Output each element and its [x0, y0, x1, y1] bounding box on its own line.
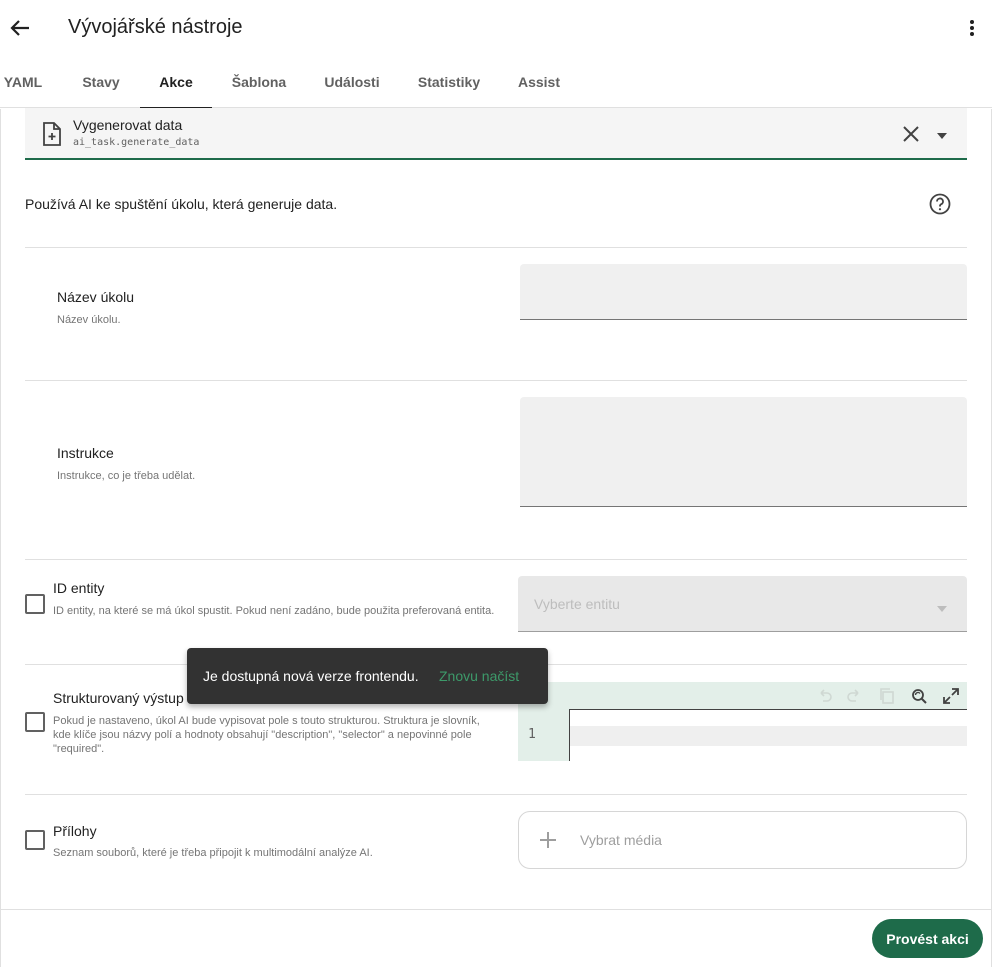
divider: [25, 794, 967, 795]
tab-yaml[interactable]: YAML: [0, 56, 46, 108]
copy-icon[interactable]: [878, 687, 896, 705]
fullscreen-icon[interactable]: [942, 687, 960, 705]
active-code-line: [570, 726, 967, 746]
entity-picker-placeholder: Vyberte entitu: [534, 596, 620, 612]
select-media-label: Vybrat média: [580, 832, 662, 848]
page-title: Vývojářské nástroje: [68, 16, 243, 38]
action-id: ai_task.generate_data: [73, 137, 200, 148]
plus-icon: [539, 831, 557, 849]
tab-label: Stavy: [82, 74, 120, 90]
more-vert-icon[interactable]: [964, 16, 980, 40]
reload-button[interactable]: Znovu načíst: [439, 668, 519, 684]
tab-label: Akce: [159, 74, 193, 90]
dropdown-caret-icon: [937, 600, 947, 612]
yaml-code-editor: 1: [518, 682, 967, 761]
code-editor-toolbar: [518, 682, 967, 710]
snackbar-message: Je dostupná nová verze frontendu.: [203, 668, 419, 684]
line-number: 1: [528, 727, 536, 742]
file-plus-icon: [42, 122, 62, 146]
run-action-button[interactable]: Provést akci: [872, 919, 983, 958]
back-arrow-icon[interactable]: [8, 12, 32, 44]
structure-checkbox[interactable]: [25, 712, 45, 732]
line-number-gutter: 1: [518, 710, 570, 761]
tab-label: Assist: [517, 74, 561, 90]
entity-id-checkbox[interactable]: [25, 594, 45, 614]
tab-label: Události: [324, 74, 380, 90]
instructions-textarea[interactable]: [520, 397, 967, 507]
action-name: Vygenerovat data: [73, 117, 183, 133]
close-icon[interactable]: [900, 123, 922, 145]
attachments-help: Seznam souborů, které je třeba připojit …: [53, 847, 373, 859]
task-name-input[interactable]: [520, 264, 967, 320]
task-name-label: Název úkolu: [57, 289, 135, 305]
entity-id-label: ID entity: [53, 580, 105, 596]
snackbar: Je dostupná nová verze frontendu. Znovu …: [187, 648, 548, 704]
tab-bar: YAML Stavy Akce Šablona Události Statist…: [0, 56, 992, 109]
find-replace-icon[interactable]: [910, 687, 928, 705]
task-name-help: Název úkolu.: [57, 314, 121, 326]
action-selector[interactable]: Vygenerovat data ai_task.generate_data: [25, 108, 967, 160]
tab-actions[interactable]: Akce: [140, 56, 212, 109]
dropdown-caret-icon[interactable]: [936, 129, 948, 141]
divider: [25, 380, 967, 381]
tab-label: Šablona: [231, 74, 287, 90]
entity-picker: Vyberte entitu: [518, 576, 967, 632]
tab-label: Statistiky: [417, 74, 481, 90]
code-input-area[interactable]: [569, 709, 967, 761]
instructions-help: Instrukce, co je třeba udělat.: [57, 470, 196, 482]
redo-icon[interactable]: [846, 687, 864, 705]
instructions-label: Instrukce: [57, 445, 114, 461]
action-description: Používá AI ke spuštění úkolu, která gene…: [25, 196, 338, 212]
attachments-checkbox[interactable]: [25, 830, 45, 850]
tab-template[interactable]: Šablona: [222, 56, 296, 108]
tab-states[interactable]: Stavy: [72, 56, 130, 108]
undo-icon[interactable]: [815, 687, 833, 705]
structure-label: Strukturovaný výstup: [53, 690, 184, 706]
attachments-label: Přílohy: [53, 823, 97, 839]
entity-id-help: ID entity, na které se má úkol spustit. …: [53, 605, 495, 617]
divider: [25, 247, 967, 248]
select-media-button[interactable]: Vybrat média: [518, 811, 967, 869]
tab-assist[interactable]: Assist: [508, 56, 570, 108]
tab-events[interactable]: Události: [314, 56, 390, 108]
bottom-action-bar: [0, 909, 992, 967]
app-bar: Vývojářské nástroje: [0, 0, 992, 56]
tab-label: YAML: [3, 74, 43, 90]
tab-statistics[interactable]: Statistiky: [408, 56, 490, 108]
divider: [25, 559, 967, 560]
structure-help: Pokud je nastaveno, úkol AI bude vypisov…: [53, 715, 480, 755]
help-circle-icon[interactable]: [928, 192, 952, 216]
